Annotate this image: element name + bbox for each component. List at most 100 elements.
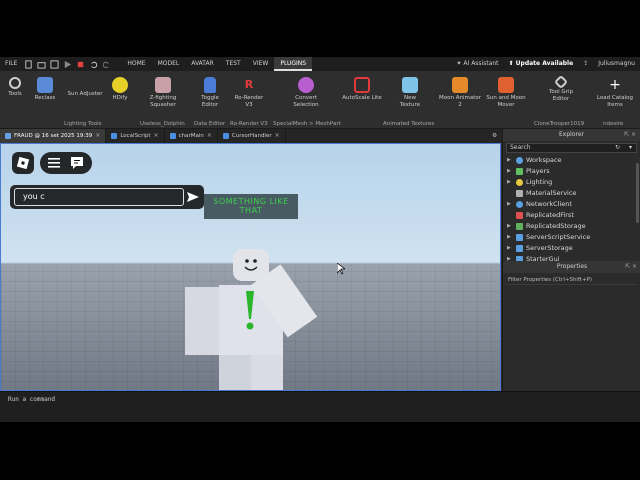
- new-texture-button[interactable]: New Texture: [396, 75, 424, 109]
- tab-charmain[interactable]: charMain ×: [165, 129, 218, 143]
- explorer-search-input[interactable]: Search ↻ ▾: [506, 143, 637, 153]
- tree-item-workspace[interactable]: ▶ Workspace: [503, 155, 640, 166]
- roblox-menu-button[interactable]: [12, 152, 34, 174]
- tool-label: Sun and Moon Mover: [486, 95, 526, 108]
- tool-label: New Texture: [399, 95, 421, 108]
- gear-icon[interactable]: ⚙: [487, 129, 502, 143]
- update-available-button[interactable]: ⬆ Update Available: [504, 57, 579, 71]
- autoscale-icon: [354, 77, 370, 93]
- ai-assistant-button[interactable]: ✦ AI Assistant: [451, 57, 503, 71]
- mouse-cursor-icon: [337, 263, 345, 275]
- tool-label: Ro-Render V3: [234, 95, 264, 108]
- close-icon[interactable]: ×: [95, 129, 100, 143]
- reclass-button[interactable]: Reclass: [32, 75, 58, 102]
- explorer-scrollbar[interactable]: [636, 163, 639, 223]
- ro-render-button[interactable]: R Ro-Render V3: [232, 75, 266, 109]
- chat-icon[interactable]: [70, 156, 84, 170]
- close-icon[interactable]: ×: [207, 129, 212, 143]
- sun-moon-mover-button[interactable]: Sun and Moon Mover: [484, 75, 528, 109]
- chevron-right-icon[interactable]: ▶: [507, 232, 513, 243]
- tab-plugins[interactable]: PLUGINS: [274, 57, 313, 71]
- tree-item-lighting[interactable]: ▶ Lighting: [503, 177, 640, 188]
- tree-item-networkclient[interactable]: ▶ NetworkClient: [503, 199, 640, 210]
- ai-assistant-label: AI Assistant: [463, 60, 499, 67]
- chat-input[interactable]: you c: [14, 188, 184, 206]
- hamburger-icon[interactable]: [48, 158, 60, 168]
- server-storage-icon: [516, 245, 523, 252]
- explorer-title-label: Explorer: [559, 131, 584, 138]
- tools-button[interactable]: Tools: [3, 75, 27, 98]
- tree-item-serverscriptservice[interactable]: ▶ ServerScriptService: [503, 232, 640, 243]
- tab-place[interactable]: FRAUD @ 16 set 2025 19:39 ×: [0, 129, 107, 143]
- script-icon: [222, 133, 229, 139]
- tree-item-replicatedfirst[interactable]: ReplicatedFirst: [503, 210, 640, 221]
- z-fighting-squasher-button[interactable]: Z-fighting Squasher: [143, 75, 183, 109]
- close-icon[interactable]: ×: [275, 129, 280, 143]
- group-label: ndesire: [603, 121, 624, 127]
- save-icon[interactable]: [50, 59, 59, 69]
- avatar-left-leg: [219, 355, 251, 390]
- file-menu[interactable]: FILE: [0, 57, 22, 71]
- chevron-right-icon[interactable]: ▶: [507, 177, 513, 188]
- play-icon[interactable]: [63, 60, 72, 69]
- share-icon[interactable]: ⇪: [578, 57, 593, 71]
- properties-panel: Properties ⇱ × Filter Properties (Ctrl+S…: [503, 261, 640, 391]
- close-icon[interactable]: ×: [154, 129, 159, 143]
- 3d-viewport[interactable]: you c SOMETHING LIKE THAT: [0, 143, 501, 391]
- convert-selection-button[interactable]: Convert Selection: [286, 75, 326, 109]
- undo-icon[interactable]: [89, 60, 98, 69]
- new-file-icon[interactable]: [24, 59, 33, 69]
- refresh-icon[interactable]: ↻: [615, 144, 620, 152]
- chevron-right-icon[interactable]: ▶: [507, 221, 513, 232]
- place-icon: [5, 133, 11, 139]
- replicated-first-icon: [516, 212, 523, 219]
- chevron-right-icon[interactable]: ▶: [507, 243, 513, 254]
- group-label: Data Editor: [194, 121, 226, 127]
- tool-label: HDify: [112, 95, 128, 101]
- tree-item-label: ServerScriptService: [526, 233, 591, 241]
- tab-model[interactable]: MODEL: [152, 57, 186, 71]
- send-icon[interactable]: [187, 191, 199, 203]
- chevron-right-icon[interactable]: ▶: [507, 155, 513, 166]
- panel-controls[interactable]: ⇱ ×: [625, 261, 637, 273]
- tree-item-players[interactable]: ▶ Players: [503, 166, 640, 177]
- tab-avatar[interactable]: AVATAR: [185, 57, 220, 71]
- tree-item-replicatedstorage[interactable]: ▶ ReplicatedStorage: [503, 221, 640, 232]
- tab-view[interactable]: VIEW: [247, 57, 275, 71]
- sun-adjuster-button[interactable]: Sun Adjuster: [64, 91, 106, 98]
- top-bar-buttons: [40, 152, 92, 174]
- user-menu[interactable]: Juliusmagnu: [593, 57, 640, 71]
- load-catalog-items-button[interactable]: + Load Catalog Items: [594, 75, 636, 109]
- plug-icon: [9, 77, 21, 89]
- command-bar[interactable]: Run a command: [0, 391, 640, 422]
- hdify-button[interactable]: HDify: [109, 75, 131, 102]
- tree-item-label: NetworkClient: [526, 200, 572, 208]
- tree-item-label: MaterialService: [526, 189, 577, 197]
- tree-item-label: ReplicatedFirst: [526, 211, 574, 219]
- chevron-right-icon[interactable]: ▶: [507, 199, 513, 210]
- tab-home[interactable]: HOME: [121, 57, 151, 71]
- tab-label: LocalScript: [120, 133, 151, 139]
- tree-item-serverstorage[interactable]: ▶ ServerStorage: [503, 243, 640, 254]
- stop-icon[interactable]: [76, 60, 85, 69]
- ro-render-icon: R: [244, 78, 254, 91]
- tab-test[interactable]: TEST: [220, 57, 247, 71]
- hdify-icon: [112, 77, 128, 93]
- tool-grip-editor-button[interactable]: Tool Grip Editor: [543, 74, 579, 103]
- redo-icon[interactable]: [102, 60, 111, 69]
- moon-animator-button[interactable]: Moon Animator 2: [437, 75, 483, 109]
- squasher-icon: [155, 77, 171, 93]
- document-tabs: FRAUD @ 16 set 2025 19:39 × LocalScript …: [0, 129, 502, 143]
- tab-localscript[interactable]: LocalScript ×: [106, 129, 165, 143]
- toggle-editor-button[interactable]: Toggle Editor: [196, 75, 224, 109]
- workspace-icon: [516, 157, 523, 164]
- players-icon: [516, 168, 523, 175]
- open-file-icon[interactable]: [37, 60, 46, 69]
- panel-controls[interactable]: ⇱ ×: [624, 129, 636, 141]
- filter-icon[interactable]: ▾: [629, 144, 632, 152]
- autoscale-lite-button[interactable]: AutoScale Lite: [340, 75, 384, 102]
- tab-cursorhandler[interactable]: CursorHandler ×: [218, 129, 286, 143]
- chevron-right-icon[interactable]: ▶: [507, 166, 513, 177]
- properties-filter-input[interactable]: Filter Properties (Ctrl+Shift+P): [506, 275, 638, 285]
- tree-item-materialservice[interactable]: MaterialService: [503, 188, 640, 199]
